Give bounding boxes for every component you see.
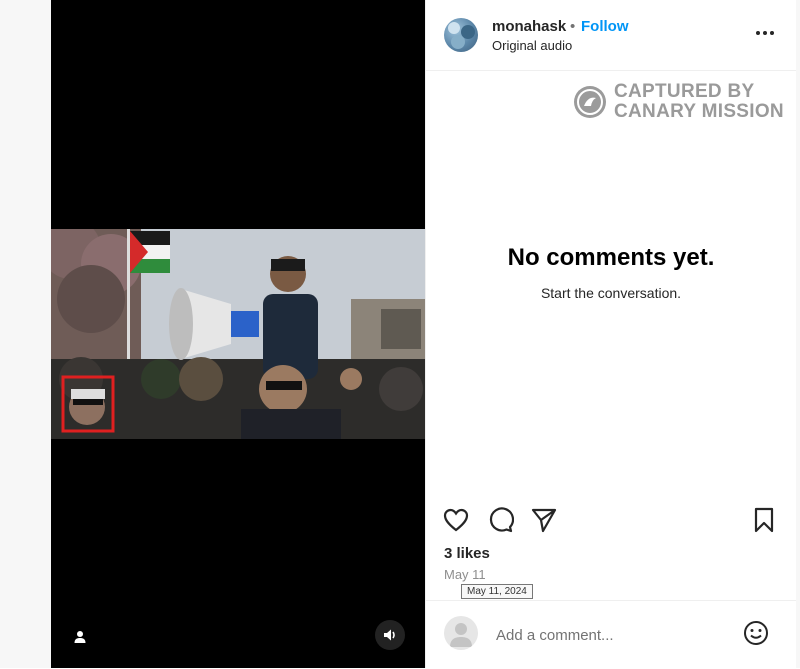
action-bar	[442, 506, 782, 536]
watermark-text: CAPTURED BY CANARY MISSION	[614, 82, 784, 122]
post-side-panel: monahask • Follow Original audio CAPTURE…	[425, 0, 796, 668]
commenter-avatar	[444, 616, 478, 650]
user-tag-icon[interactable]	[65, 622, 95, 652]
avatar[interactable]	[444, 18, 478, 52]
video-frame	[51, 229, 425, 439]
follow-button[interactable]: Follow	[581, 18, 629, 35]
separator-dot: •	[570, 18, 576, 35]
date-tooltip: May 11, 2024	[461, 584, 533, 599]
comment-composer	[426, 600, 796, 669]
empty-comments-subtitle: Start the conversation.	[540, 285, 682, 301]
empty-comments-title: No comments yet.	[507, 244, 715, 271]
comment-icon[interactable]	[486, 506, 516, 536]
post-header: monahask • Follow Original audio	[426, 0, 796, 71]
emoji-icon[interactable]	[742, 619, 770, 647]
bookmark-icon[interactable]	[750, 506, 780, 536]
more-horizontal-icon[interactable]	[754, 22, 776, 44]
volume-icon[interactable]	[375, 620, 405, 650]
share-icon[interactable]	[530, 506, 560, 536]
post-window: monahask • Follow Original audio CAPTURE…	[0, 0, 800, 668]
likes-count[interactable]: 3 likes	[444, 545, 490, 562]
heart-icon[interactable]	[442, 506, 472, 536]
audio-label[interactable]: Original audio	[492, 38, 572, 53]
watermark-logo-icon	[574, 86, 606, 118]
watermark-line-2: CANARY MISSION	[614, 101, 784, 122]
watermark-line-1: CAPTURED BY	[614, 81, 755, 102]
username-link[interactable]: monahask	[492, 18, 566, 35]
post-date[interactable]: May 11	[444, 567, 486, 582]
post-media[interactable]	[51, 0, 425, 668]
comment-input[interactable]	[494, 623, 728, 647]
watermark: CAPTURED BY CANARY MISSION	[574, 82, 789, 126]
